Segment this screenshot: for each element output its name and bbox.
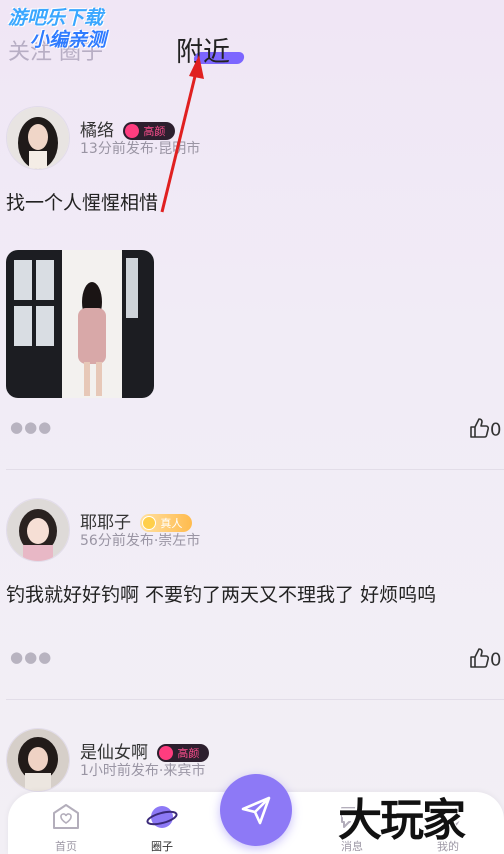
post-content: 找一个人惺惺相惜	[6, 192, 159, 214]
post-meta: 1小时前发布·来宾市	[80, 763, 206, 779]
crown-icon	[159, 746, 174, 760]
post-meta: 13分前发布·昆明市	[80, 141, 201, 157]
thumbs-up-icon	[468, 417, 490, 444]
brand-watermark: 大玩家	[338, 795, 466, 846]
tab-circle-label: 圈子	[151, 840, 173, 853]
tab-nearby[interactable]: 附近	[176, 30, 230, 69]
planet-icon	[146, 806, 178, 828]
thumbs-up-icon	[468, 647, 490, 674]
watermark-line1: 游吧乐下载	[8, 7, 104, 29]
like-count: 0	[490, 649, 502, 671]
badge-label: 真人	[160, 517, 183, 530]
divider	[6, 469, 504, 470]
send-icon	[241, 796, 271, 825]
like-button[interactable]: 0	[468, 417, 501, 444]
post-content: 钓我就好好钓啊 不要钓了两天又不理我了 好烦呜呜	[6, 584, 437, 606]
avatar[interactable]	[6, 728, 70, 792]
publish-button[interactable]	[220, 774, 292, 846]
tab-circle[interactable]: 圈子	[132, 802, 192, 854]
watermark-line2: 小编亲测	[30, 28, 107, 51]
avatar[interactable]	[6, 498, 70, 562]
badge-label: 高颜	[143, 125, 166, 138]
badge-label: 高颜	[177, 747, 200, 760]
avatar[interactable]	[6, 106, 70, 170]
person-icon	[142, 516, 157, 530]
tab-home-label: 首页	[55, 840, 77, 853]
like-button[interactable]: 0	[468, 647, 501, 674]
like-count: 0	[490, 419, 502, 441]
watermark: 游吧乐下载 小编亲测	[8, 7, 107, 52]
more-options-icon[interactable]: ●●●	[10, 648, 52, 666]
tab-home[interactable]: 首页	[36, 802, 96, 854]
divider	[6, 699, 504, 700]
home-icon	[53, 804, 79, 829]
post-photo[interactable]	[6, 250, 154, 398]
more-options-icon[interactable]: ●●●	[10, 418, 52, 436]
annotation-arrow	[160, 55, 204, 213]
crown-icon	[125, 124, 140, 138]
post-meta: 56分前发布·崇左市	[80, 533, 201, 549]
